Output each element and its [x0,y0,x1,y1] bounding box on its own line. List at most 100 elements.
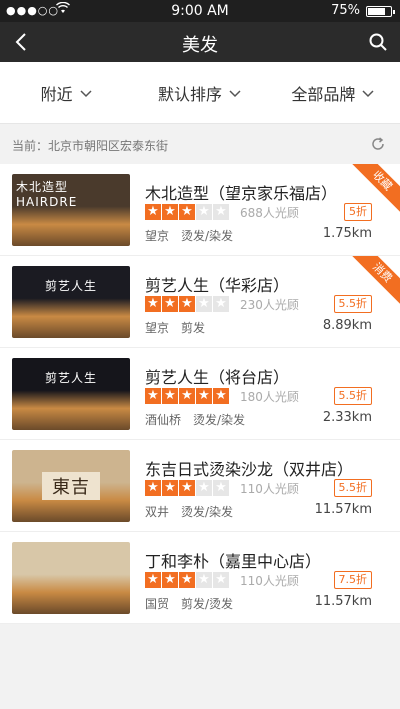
shop-photo: 剪艺人生 [12,358,130,430]
star-icon [213,387,229,405]
discount-badge: 5折 [344,203,372,221]
shop-photo-sign: 剪艺人生 [44,278,97,293]
shop-photo-sign: 木北造型 HAIRDRE [16,179,78,209]
shop-area: 酒仙桥 [145,413,182,427]
shop-name: 木北造型（望京家乐福店） [145,184,338,203]
rating-stars [145,571,230,589]
discount-badge: 5.5折 [333,479,372,497]
star-icon [145,295,161,313]
filter-brand[interactable]: 全部品牌 [267,62,400,123]
filter-label: 附近 [40,84,73,104]
shop-photo: 剪艺人生 [12,266,130,338]
star-icon [162,203,178,221]
battery-percent: 75% [331,3,360,18]
discount-badge: 5.5折 [333,295,372,313]
shop-name: 剪艺人生（将台店） [145,368,290,387]
navigation-bar: 美发 [0,22,400,62]
star-icon [213,479,229,497]
shop-photo-sign: 剪艺人生 [44,370,97,385]
rating-stars [145,203,230,221]
star-icon [196,203,212,221]
shop-list-item[interactable]: 剪艺人生 剪艺人生（将台店） 180人光顾 5.5折酒仙桥烫发/染发 2.33km [0,348,400,440]
filter-bar: 附近 默认排序 全部品牌 [0,62,400,124]
rating-stars [145,479,230,497]
status-bar: ●●●○○ 9:00 AM 75% [0,0,400,22]
shop-distance: 8.89km [322,318,372,333]
filter-nearby[interactable]: 附近 [0,62,133,123]
star-icon [162,295,178,313]
discount-badge: 5.5折 [333,387,372,405]
shop-area: 国贸 [145,597,170,611]
visit-count: 180人光顾 [240,390,299,404]
star-icon [162,479,178,497]
shop-photo: 東吉 [12,450,130,522]
shop-services: 剪发/烫发 [181,597,234,611]
refresh-icon [372,137,384,150]
star-icon [162,571,178,589]
shop-services: 烫发/染发 [181,505,234,519]
star-icon [196,387,212,405]
shop-distance: 1.75km [322,226,372,241]
star-icon [179,571,195,589]
shop-meta: 国贸 剪发/烫发 [145,595,233,612]
star-icon [179,479,195,497]
shop-services: 烫发/染发 [181,229,234,243]
star-icon [196,479,212,497]
shop-distance: 11.57km [314,594,372,609]
star-icon [145,387,161,405]
shop-list: 木北造型 HAIRDRE木北造型（望京家乐福店）688人光顾5折望京烫发/染发1… [0,164,400,624]
shop-list-item[interactable]: 木北造型 HAIRDRE 木北造型（望京家乐福店） 688人光顾 5折望京烫发/染发 1… [0,164,400,256]
star-icon [213,203,229,221]
star-icon [162,387,178,405]
shop-list-item[interactable]: 丁和李朴（嘉里中心店） 110人光顾 7.5折国贸剪发/烫发 11.57km [0,532,400,624]
shop-photo-sign [16,550,126,572]
battery-fill [368,8,385,15]
shop-area: 望京 [145,321,170,335]
star-icon [179,387,195,405]
shop-meta: 望京 烫发/染发 [145,227,233,244]
refresh-location-button[interactable] [370,136,386,152]
shop-name: 东吉日式烫染沙龙（双井店） [145,460,354,479]
shop-meta: 望京 剪发 [145,319,205,336]
star-icon [145,203,161,221]
page-title: 美发 [182,35,218,56]
shop-name: 丁和李朴（嘉里中心店） [145,552,322,571]
visit-count: 110人光顾 [240,482,299,496]
star-icon [179,295,195,313]
current-location-bar: 当前：北京市朝阳区宏泰东街 [0,124,400,164]
battery-icon [366,6,395,17]
star-icon [145,571,161,589]
visit-count: 110人光顾 [240,574,299,588]
discount-badge: 7.5折 [333,571,372,589]
shop-meta: 双井 烫发/染发 [145,503,233,520]
star-icon [145,479,161,497]
shop-name: 剪艺人生（华彩店） [145,276,290,295]
rating-stars [145,387,230,405]
shop-services: 剪发 [181,321,206,335]
star-icon [196,295,212,313]
shop-area: 望京 [145,229,170,243]
filter-label: 全部品牌 [291,84,356,104]
shop-meta: 酒仙桥 烫发/染发 [145,411,245,428]
chevron-down-icon [80,89,92,97]
shop-list-item[interactable]: 剪艺人生剪艺人生（华彩店）230人光顾5.5折望京剪发8.89km消费 [0,256,400,348]
shop-services: 烫发/染发 [193,413,246,427]
visit-count: 688人光顾 [240,206,299,220]
star-icon [213,295,229,313]
search-button[interactable] [364,28,392,56]
shop-list-item[interactable]: 東吉 东吉日式烫染沙龙（双井店） 110人光顾 5.5折双井烫发/染发 11.57km [0,440,400,532]
star-icon [196,571,212,589]
shop-photo: 木北造型 HAIRDRE [12,174,130,246]
filter-label: 默认排序 [157,84,222,104]
star-icon [213,571,229,589]
shop-distance: 2.33km [322,410,372,425]
visit-count: 230人光顾 [240,298,299,312]
chevron-down-icon [362,89,374,97]
filter-sort[interactable]: 默认排序 [133,62,266,123]
search-icon [369,33,387,51]
chevron-down-icon [229,89,241,97]
current-location-text: 当前：北京市朝阳区宏泰东街 [12,139,169,153]
star-icon [179,203,195,221]
shop-photo-sign: 東吉 [42,472,100,500]
shop-area: 双井 [145,505,170,519]
